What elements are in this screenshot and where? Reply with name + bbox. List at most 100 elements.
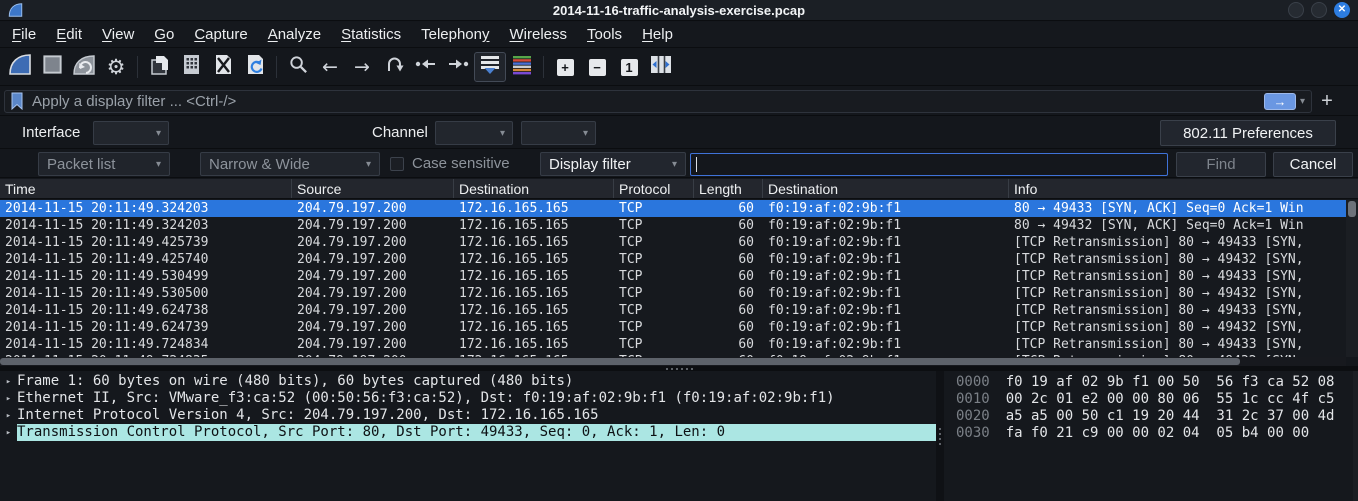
go-last-packet-button[interactable] xyxy=(442,52,474,82)
column-header-time[interactable]: Time xyxy=(0,179,292,198)
expand-arrow-icon[interactable]: ▸ xyxy=(0,377,17,387)
hex-row[interactable]: 0010 00 2c 01 e2 00 00 80 06 55 1c cc 4f … xyxy=(944,390,1358,407)
packet-row[interactable]: 2014-11-15 20:11:49.324203 204.79.197.200… xyxy=(0,217,1346,234)
find-search-input[interactable] xyxy=(690,153,1168,176)
find-packet-button[interactable] xyxy=(282,52,314,82)
minimize-button[interactable] xyxy=(1288,2,1304,18)
open-capture-file-button[interactable] xyxy=(143,52,175,82)
detail-line[interactable]: ▸ Transmission Control Protocol, Src Port… xyxy=(0,424,936,441)
menu-analyze[interactable]: Analyze xyxy=(258,26,331,43)
filter-history-caret-icon[interactable]: ▾ xyxy=(1300,96,1305,107)
save-capture-file-button[interactable] xyxy=(175,52,207,82)
packet-list-horizontal-scrollbar[interactable] xyxy=(0,357,1346,366)
channel-dropdown[interactable]: ▾ xyxy=(435,121,513,145)
packet-row[interactable]: 2014-11-15 20:11:49.724834 204.79.197.200… xyxy=(0,336,1346,353)
resize-columns-button[interactable] xyxy=(645,52,677,82)
packet-row[interactable]: 2014-11-15 20:11:49.530499 204.79.197.200… xyxy=(0,268,1346,285)
go-first-packet-icon xyxy=(414,56,438,78)
search-type-dropdown[interactable]: Display filter ▾ xyxy=(540,152,686,176)
go-first-packet-button[interactable] xyxy=(410,52,442,82)
go-forward-button[interactable]: → xyxy=(346,52,378,82)
detail-line[interactable]: ▸ Ethernet II, Src: VMware_f3:ca:52 (00:5… xyxy=(0,390,936,407)
cell-destination2: f0:19:af:02:9b:f1 xyxy=(768,303,902,318)
start-capture-icon xyxy=(7,53,33,82)
packet-bytes-scrollbar[interactable] xyxy=(1353,371,1358,501)
detail-line[interactable]: ▸ Frame 1: 60 bytes on wire (480 bits), 6… xyxy=(0,373,936,390)
cell-time: 2014-11-15 20:11:49.530500 xyxy=(5,286,209,301)
start-capture-button[interactable] xyxy=(4,52,36,82)
column-header-destination[interactable]: Destination xyxy=(454,179,614,198)
cell-info: [TCP Retransmission] 80 → 49432 [SYN, xyxy=(1014,320,1304,335)
zoom-out-icon: − xyxy=(588,58,606,76)
packet-row[interactable]: 2014-11-15 20:11:49.425739 204.79.197.200… xyxy=(0,234,1346,251)
hex-row[interactable]: 0030 fa f0 21 c9 00 00 02 04 05 b4 00 00 xyxy=(944,424,1358,441)
cell-protocol: TCP xyxy=(619,201,643,216)
detail-text: Ethernet II, Src: VMware_f3:ca:52 (00:50… xyxy=(17,390,835,406)
cancel-button[interactable]: Cancel xyxy=(1273,152,1353,177)
apply-filter-button[interactable]: → xyxy=(1263,92,1296,110)
column-header-source[interactable]: Source xyxy=(292,179,454,198)
column-header-protocol[interactable]: Protocol xyxy=(614,179,694,198)
interface-dropdown[interactable]: ▾ xyxy=(93,121,169,145)
case-sensitive-checkbox[interactable] xyxy=(390,157,404,171)
column-header-length[interactable]: Length xyxy=(694,179,763,198)
menu-telephony[interactable]: Telephony xyxy=(411,26,499,43)
menu-capture[interactable]: Capture xyxy=(184,26,257,43)
scrollbar-thumb[interactable] xyxy=(1348,201,1356,217)
restart-capture-button[interactable] xyxy=(68,52,100,82)
close-button[interactable]: ✕ xyxy=(1334,2,1350,18)
packet-row[interactable]: 2014-11-15 20:11:49.624739 204.79.197.200… xyxy=(0,319,1346,336)
expand-arrow-icon[interactable]: ▸ xyxy=(0,411,17,421)
go-to-packet-button[interactable] xyxy=(378,52,410,82)
hex-row[interactable]: 0000 f0 19 af 02 9b f1 00 50 56 f3 ca 52 … xyxy=(944,373,1358,390)
stop-capture-button[interactable] xyxy=(36,52,68,82)
menu-edit[interactable]: Edit xyxy=(46,26,92,43)
save-capture-file-icon xyxy=(182,53,201,82)
detail-line[interactable]: ▸ Internet Protocol Version 4, Src: 204.7… xyxy=(0,407,936,424)
menu-file[interactable]: File xyxy=(2,26,46,43)
packet-row[interactable]: 2014-11-15 20:11:49.530500 204.79.197.200… xyxy=(0,285,1346,302)
close-capture-file-button[interactable] xyxy=(207,52,239,82)
filter-bookmark-icon[interactable] xyxy=(10,92,24,110)
cell-destination: 172.16.165.165 xyxy=(459,218,569,233)
zoom-out-button[interactable]: − xyxy=(581,52,613,82)
80211-preferences-button[interactable]: 802.11 Preferences xyxy=(1160,120,1336,146)
auto-scroll-live-button[interactable] xyxy=(474,52,506,82)
menu-wireless[interactable]: Wireless xyxy=(500,26,578,43)
packet-list-header: Time Source Destination Protocol Length Desti… xyxy=(0,179,1358,199)
maximize-button[interactable] xyxy=(1311,2,1327,18)
menu-view[interactable]: View xyxy=(92,26,144,43)
scrollbar-thumb[interactable] xyxy=(0,358,1240,365)
packet-list-vertical-scrollbar[interactable] xyxy=(1346,200,1358,357)
find-button[interactable]: Find xyxy=(1176,152,1266,177)
add-filter-button-plus[interactable]: + xyxy=(1312,89,1342,113)
expand-arrow-icon[interactable]: ▸ xyxy=(0,428,17,438)
zoom-in-button[interactable]: + xyxy=(549,52,581,82)
channel-offset-dropdown[interactable]: ▾ xyxy=(521,121,596,145)
search-in-dropdown[interactable]: Packet list ▾ xyxy=(38,152,170,176)
menu-go[interactable]: Go xyxy=(144,26,184,43)
menu-statistics[interactable]: Statistics xyxy=(331,26,411,43)
menu-tools[interactable]: Tools xyxy=(577,26,632,43)
colorize-packets-button[interactable] xyxy=(506,52,538,82)
character-width-dropdown[interactable]: Narrow & Wide ▾ xyxy=(200,152,380,176)
normal-size-button[interactable]: 1 xyxy=(613,52,645,82)
column-header-destination-2[interactable]: Destination xyxy=(763,179,1009,198)
cell-length: 60 xyxy=(738,218,754,233)
packet-row[interactable]: 2014-11-15 20:11:49.425740 204.79.197.200… xyxy=(0,251,1346,268)
expand-arrow-icon[interactable]: ▸ xyxy=(0,394,17,404)
packet-row[interactable]: 2014-11-15 20:11:49.624738 204.79.197.200… xyxy=(0,302,1346,319)
pane-splitter-vertical[interactable] xyxy=(936,371,944,501)
reload-capture-file-button[interactable] xyxy=(239,52,271,82)
go-back-button[interactable]: ← xyxy=(314,52,346,82)
column-header-info[interactable]: Info xyxy=(1009,179,1358,198)
cell-protocol: TCP xyxy=(619,252,643,267)
menu-help[interactable]: Help xyxy=(632,26,683,43)
packet-row[interactable]: 2014-11-15 20:11:49.324203 204.79.197.200… xyxy=(0,200,1346,217)
capture-options-button[interactable]: ⚙ xyxy=(100,52,132,82)
cell-destination2: f0:19:af:02:9b:f1 xyxy=(768,286,902,301)
display-filter-input[interactable]: Apply a display filter ... <Ctrl-/> → ▾ xyxy=(4,89,1312,113)
hex-row[interactable]: 0020 a5 a5 00 50 c1 19 20 44 31 2c 37 00 … xyxy=(944,407,1358,424)
cell-source: 204.79.197.200 xyxy=(297,286,407,301)
toolbar-separator xyxy=(137,56,138,78)
